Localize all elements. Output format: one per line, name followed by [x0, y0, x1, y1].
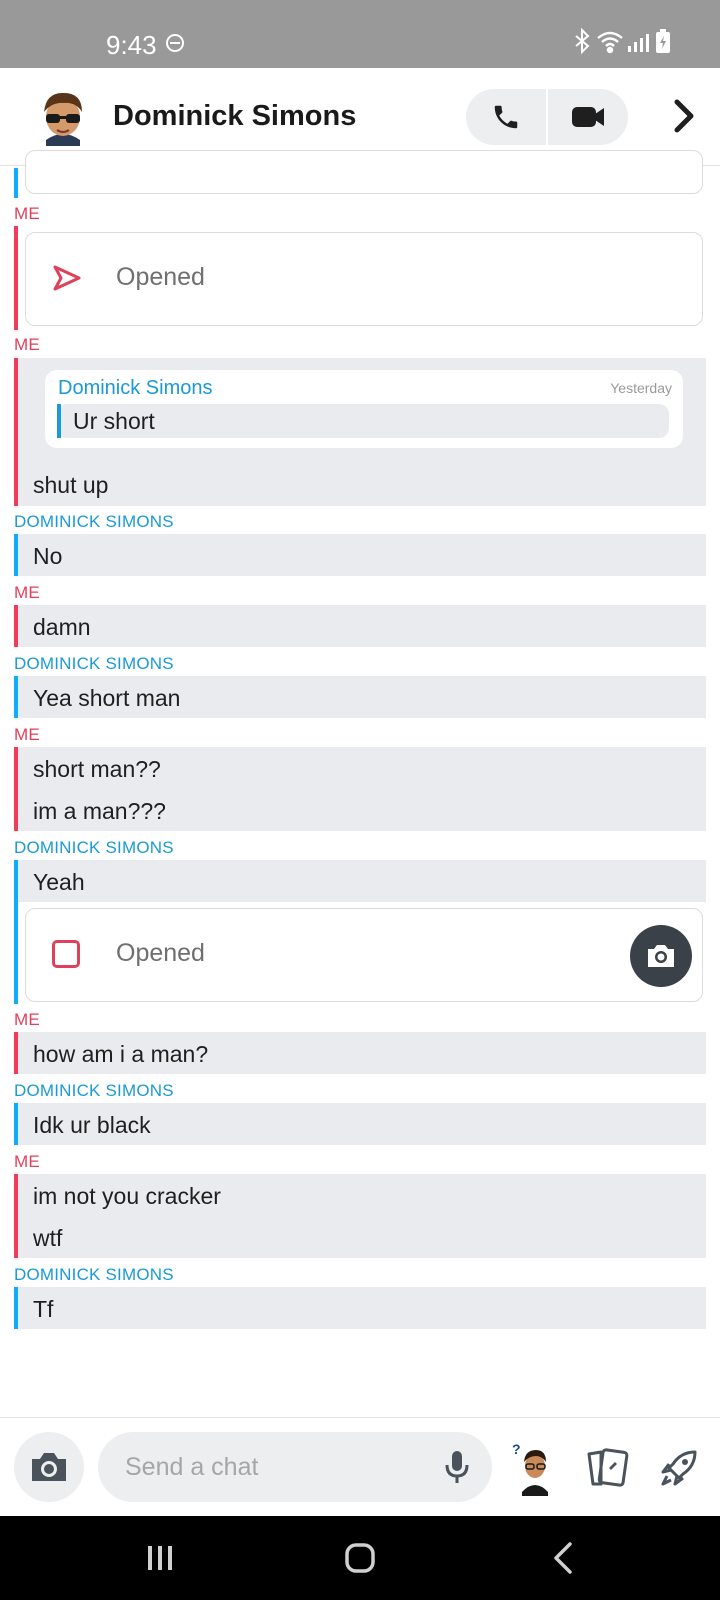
sender-label-me: ME — [14, 725, 40, 744]
sender-label-me: ME — [14, 204, 40, 223]
bitmoji-button[interactable]: ? — [512, 1440, 558, 1496]
message-bubble — [14, 1287, 706, 1329]
camera-icon — [648, 945, 674, 967]
message-text[interactable]: shut up — [33, 472, 108, 499]
quoted-timestamp: Yesterday — [610, 380, 672, 396]
microphone-button[interactable] — [440, 1447, 474, 1487]
sender-label-me: ME — [14, 583, 40, 602]
sender-label-them: DOMINICK SIMONS — [14, 1265, 174, 1284]
sender-bar-me — [14, 605, 18, 647]
games-button[interactable] — [654, 1443, 704, 1493]
avatar[interactable] — [34, 88, 92, 146]
chevron-right-button[interactable] — [664, 96, 704, 136]
message-text[interactable]: No — [33, 543, 62, 570]
back-icon — [554, 1542, 572, 1574]
home-icon — [345, 1543, 375, 1573]
battery-icon — [656, 29, 670, 53]
do-not-disturb-icon — [165, 33, 185, 58]
sender-label-them: DOMINICK SIMONS — [14, 654, 174, 673]
message-text[interactable]: Tf — [33, 1296, 53, 1323]
sender-bar-them — [14, 1287, 18, 1329]
status-time: 9:43 — [106, 30, 157, 60]
composer-divider — [0, 1417, 720, 1418]
phone-icon — [494, 105, 518, 129]
sender-label-me: ME — [14, 1152, 40, 1171]
signal-icon — [628, 34, 649, 52]
sender-label-them: DOMINICK SIMONS — [14, 838, 174, 857]
quoted-text: Ur short — [73, 408, 155, 434]
sender-bar-them — [14, 1103, 18, 1145]
voice-call-button[interactable] — [466, 89, 546, 145]
message-text[interactable]: damn — [33, 614, 91, 641]
video-call-button[interactable] — [548, 89, 628, 145]
svg-text:?: ? — [512, 1441, 521, 1457]
message-bubble — [14, 605, 706, 647]
home-button[interactable] — [340, 1538, 380, 1578]
sent-arrow-icon — [52, 264, 82, 297]
message-text[interactable]: how am i a man? — [33, 1041, 208, 1068]
wifi-icon — [597, 31, 623, 54]
sender-bar-them — [14, 860, 18, 1004]
message-text[interactable]: Yeah — [33, 869, 85, 896]
recent-apps-button[interactable] — [140, 1540, 180, 1576]
message-bubble — [14, 534, 706, 576]
sender-bar-me — [14, 358, 18, 506]
sender-bar-them — [14, 534, 18, 576]
reply-camera-button[interactable] — [630, 925, 692, 987]
video-camera-icon — [572, 107, 604, 127]
sender-bar-me — [14, 747, 18, 831]
chevron-right-icon — [674, 99, 694, 133]
quoted-sender: Dominick Simons — [58, 377, 213, 399]
message-text[interactable]: im a man??? — [33, 798, 166, 825]
sender-label-me: ME — [14, 335, 40, 354]
status-icons — [574, 27, 684, 61]
sender-bar-me — [14, 226, 18, 330]
sender-bar-me — [14, 1174, 18, 1258]
partial-card — [25, 150, 703, 194]
contact-name[interactable]: Dominick Simons — [113, 100, 356, 133]
stickers-button[interactable] — [582, 1443, 632, 1493]
cards-icon — [587, 1448, 629, 1487]
recent-apps-icon — [148, 1546, 172, 1570]
chat-input[interactable] — [98, 1432, 492, 1502]
message-text[interactable]: wtf — [33, 1225, 62, 1252]
message-text[interactable]: Yea short man — [33, 685, 180, 712]
sender-label-them: DOMINICK SIMONS — [14, 1081, 174, 1100]
camera-button[interactable] — [14, 1432, 84, 1502]
sender-label-me: ME — [14, 1010, 40, 1029]
sender-bar-them — [14, 676, 18, 718]
message-text[interactable]: Idk ur black — [33, 1112, 151, 1139]
back-button[interactable] — [548, 1538, 580, 1578]
rocket-icon — [661, 1450, 697, 1486]
quoted-bar — [57, 404, 61, 438]
opened-status: Opened — [116, 263, 205, 291]
camera-icon — [32, 1453, 66, 1481]
message-text[interactable]: short man?? — [33, 756, 161, 783]
sender-bar-me — [14, 1032, 18, 1074]
snap-square-icon — [52, 940, 80, 968]
sender-label-them: DOMINICK SIMONS — [14, 512, 174, 531]
microphone-icon — [445, 1451, 469, 1483]
bluetooth-icon — [575, 27, 590, 55]
sender-bar-them — [14, 168, 18, 198]
bitmoji-icon: ? — [512, 1441, 548, 1496]
message-text[interactable]: im not you cracker — [33, 1183, 221, 1210]
opened-status: Opened — [116, 939, 205, 967]
message-bubble — [14, 860, 706, 902]
